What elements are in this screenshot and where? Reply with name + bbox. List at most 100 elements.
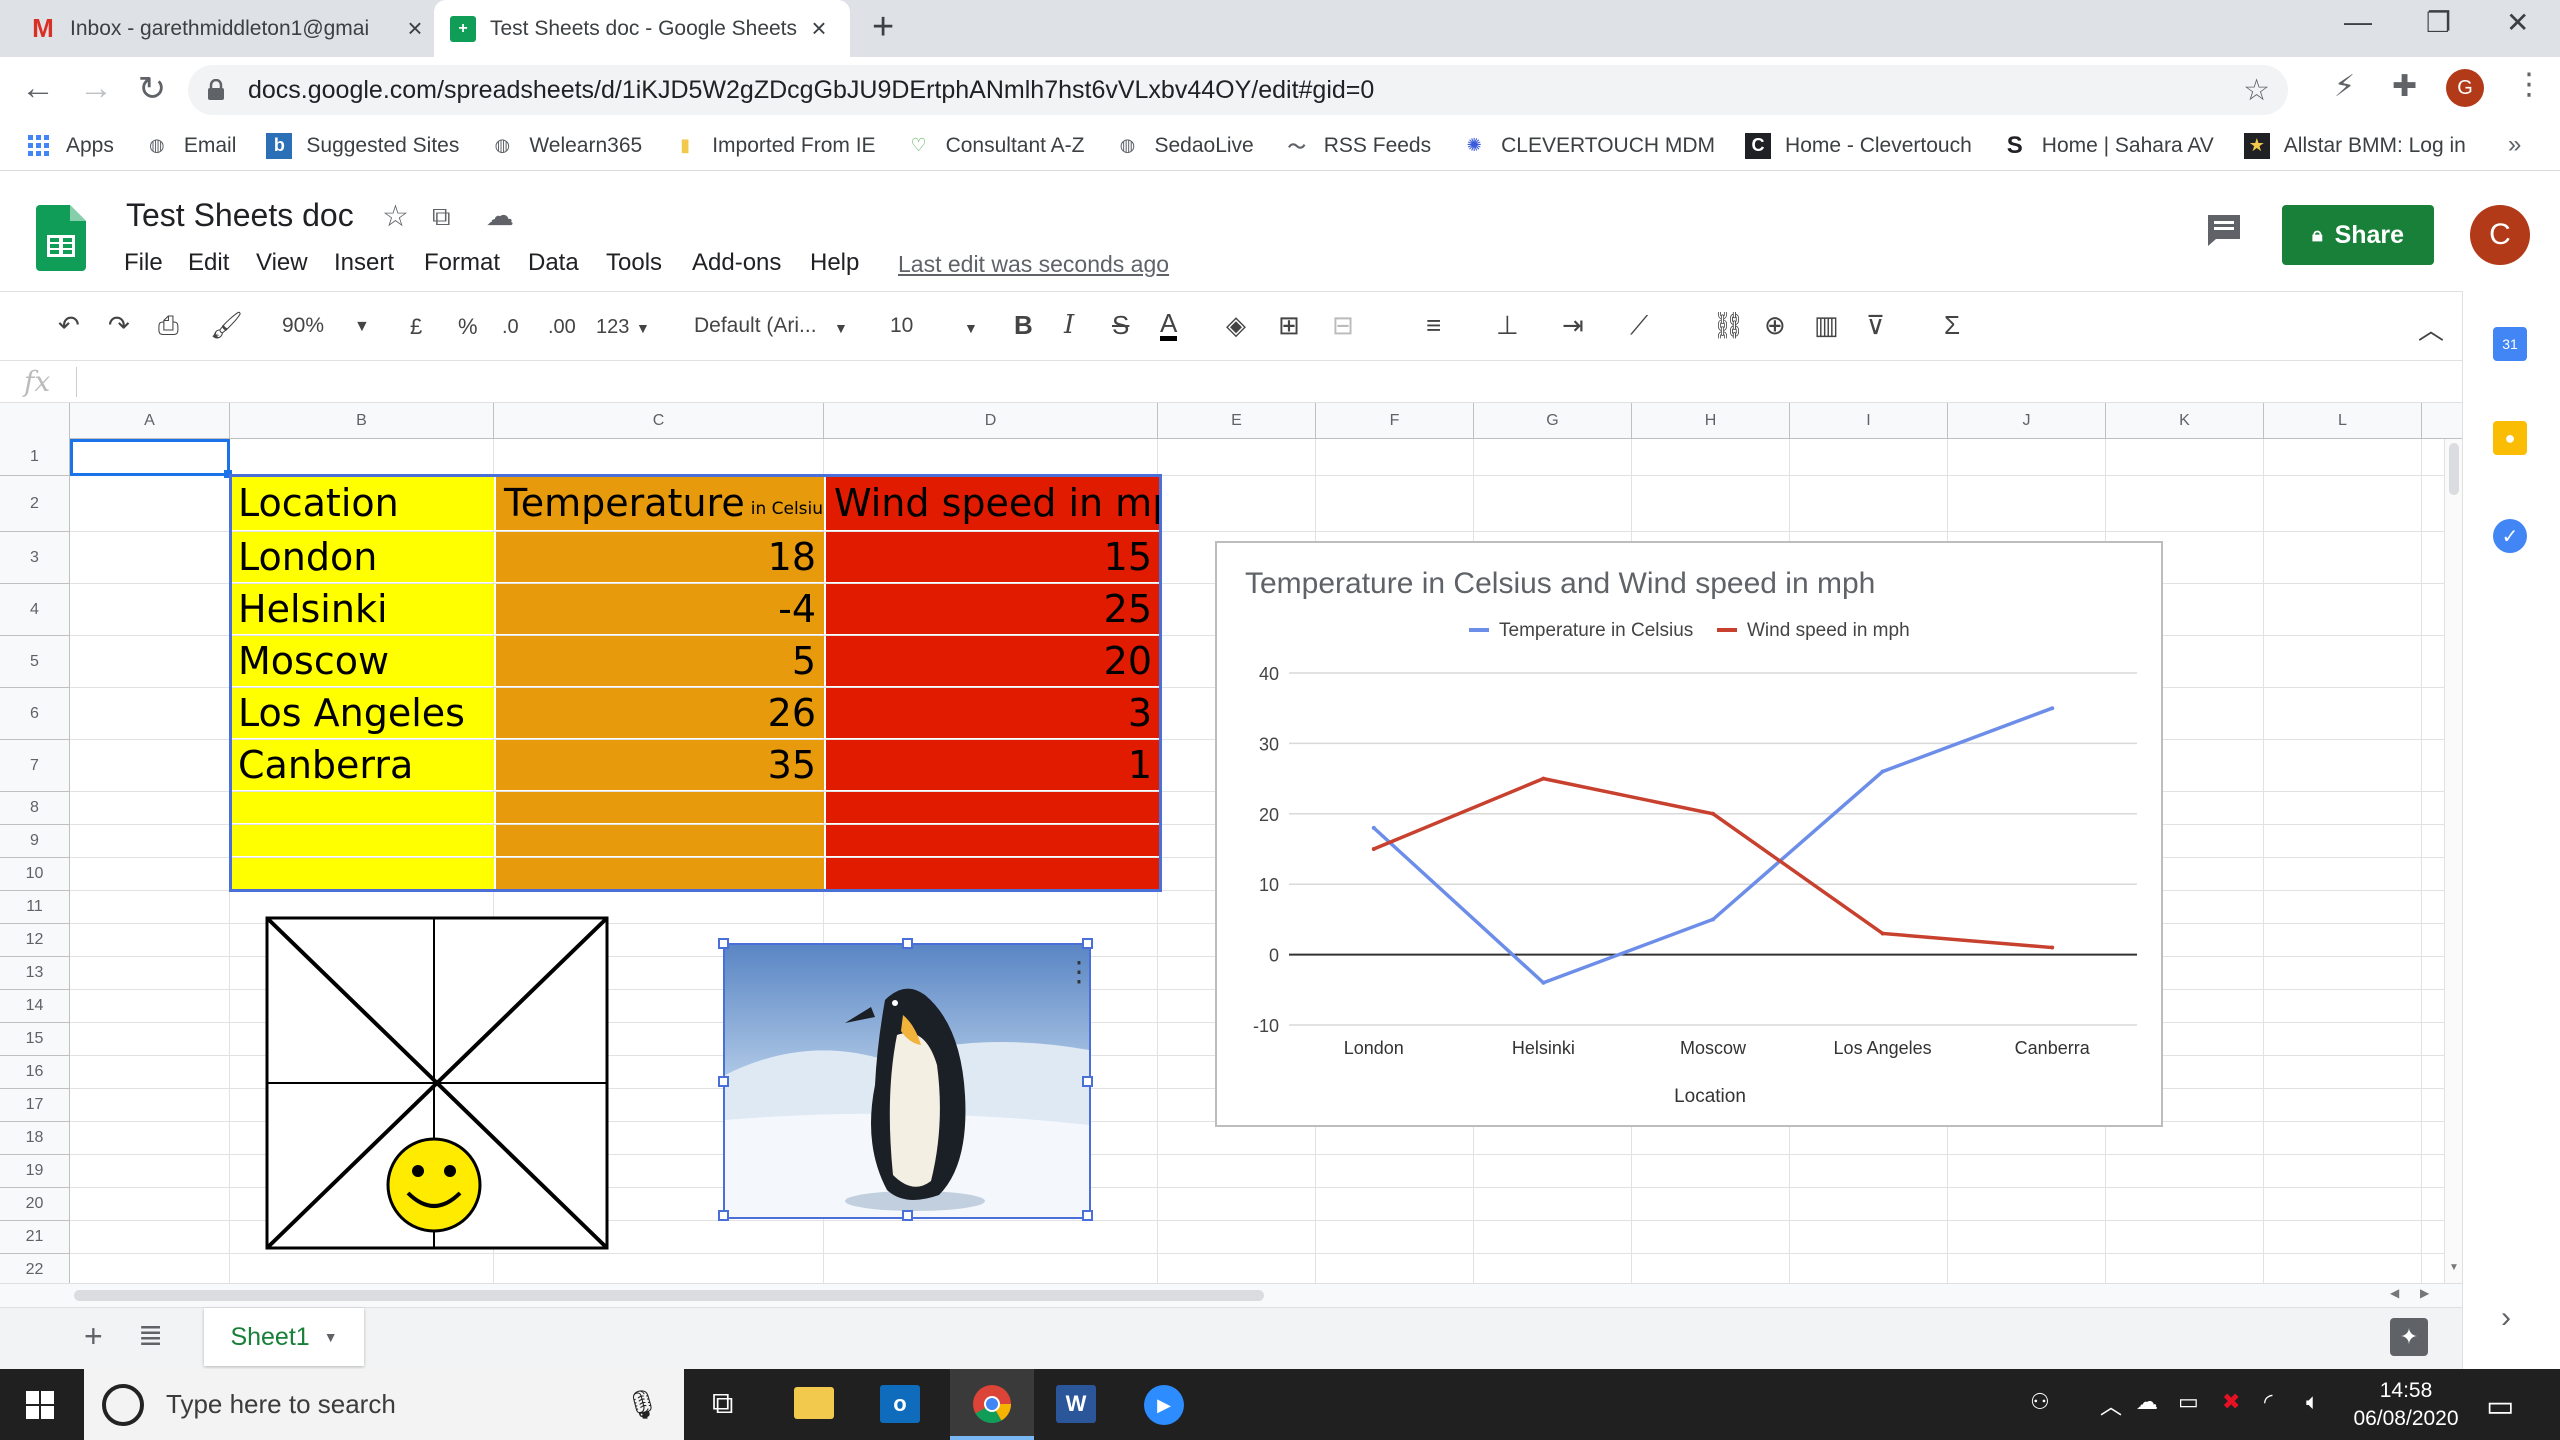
data-point[interactable] xyxy=(1880,931,1885,936)
penguin-image[interactable]: ⋮ xyxy=(718,938,1093,1221)
empty-cell[interactable] xyxy=(826,792,1160,823)
minimize-icon[interactable]: — xyxy=(2344,6,2372,38)
word-icon[interactable]: W xyxy=(1056,1385,1096,1423)
empty-cell[interactable] xyxy=(826,825,1160,856)
tab-gmail-inbox[interactable]: M Inbox - garethmiddleton1@gmai × xyxy=(30,0,430,57)
bookmark-welearn365[interactable]: ◍ Welearn365 xyxy=(489,133,642,159)
row-header-11[interactable]: 11 xyxy=(0,891,70,924)
empty-cell[interactable] xyxy=(496,825,824,856)
cell-location[interactable]: Moscow xyxy=(230,636,494,686)
fill-color-icon[interactable]: ◈ xyxy=(1226,310,1246,341)
empty-cell[interactable] xyxy=(230,792,494,823)
text-color-button[interactable]: A xyxy=(1160,310,1178,341)
selected-cell-a1[interactable] xyxy=(70,439,230,476)
font-family-select[interactable]: Default (Ari... xyxy=(694,314,817,338)
zoom-icon[interactable]: ▶ xyxy=(1144,1385,1184,1425)
column-header-f[interactable]: F xyxy=(1316,403,1474,439)
expand-panel-icon[interactable]: › xyxy=(2501,1301,2511,1335)
share-button[interactable]: 🔒︎ Share xyxy=(2282,205,2434,265)
scrollbar-thumb[interactable] xyxy=(74,1290,1264,1301)
scroll-right-icon[interactable]: ▶ xyxy=(2420,1286,2429,1300)
row-header-18[interactable]: 18 xyxy=(0,1122,70,1155)
tasks-icon[interactable]: ✓ xyxy=(2493,519,2527,553)
print-icon[interactable]: ⎙ xyxy=(158,310,179,342)
close-tab-icon[interactable]: × xyxy=(804,13,834,44)
document-title[interactable]: Test Sheets doc xyxy=(126,197,354,234)
wifi-icon[interactable]: ◜ xyxy=(2264,1389,2273,1415)
row-header-5[interactable]: 5 xyxy=(0,636,70,688)
empty-cell[interactable] xyxy=(230,825,494,856)
chevron-down-icon[interactable]: ▼ xyxy=(354,318,370,336)
cross-drawing[interactable] xyxy=(262,915,612,1256)
resize-handle[interactable] xyxy=(1082,1076,1093,1087)
row-header-3[interactable]: 3 xyxy=(0,532,70,584)
row-header-19[interactable]: 19 xyxy=(0,1155,70,1188)
data-point[interactable] xyxy=(2050,945,2055,950)
cell-temperature[interactable]: 26 xyxy=(496,688,824,738)
cell-location[interactable]: Canberra xyxy=(230,740,494,790)
column-header-i[interactable]: I xyxy=(1790,403,1948,439)
menu-edit[interactable]: Edit xyxy=(188,249,229,277)
bookmark-email[interactable]: ◍ Email xyxy=(144,133,236,159)
percent-format-button[interactable]: % xyxy=(458,314,478,340)
new-tab-button[interactable]: + xyxy=(872,6,894,49)
empty-cell[interactable] xyxy=(496,792,824,823)
menu-view[interactable]: View xyxy=(256,249,308,277)
cell-temperature[interactable]: 5 xyxy=(496,636,824,686)
menu-add-ons[interactable]: Add-ons xyxy=(692,249,781,277)
row-header-6[interactable]: 6 xyxy=(0,688,70,740)
resize-handle[interactable] xyxy=(902,1210,913,1221)
row-header-17[interactable]: 17 xyxy=(0,1089,70,1122)
cell-temperature[interactable]: 18 xyxy=(496,532,824,582)
menu-insert[interactable]: Insert xyxy=(334,249,394,277)
last-edit-link[interactable]: Last edit was seconds ago xyxy=(898,251,1169,278)
back-icon[interactable]: ← xyxy=(18,69,58,108)
paint-format-icon[interactable]: 🖌︎ xyxy=(210,310,243,341)
taskbar-clock[interactable]: 14:58 06/08/2020 xyxy=(2348,1377,2464,1433)
close-tab-icon[interactable]: × xyxy=(400,13,430,44)
bookmark-allstar-bmm[interactable]: ★ Allstar BMM: Log in xyxy=(2243,132,2466,159)
notifications-icon[interactable]: ▭ xyxy=(2486,1389,2514,1424)
network-alert-icon[interactable]: ✖ xyxy=(2222,1389,2240,1415)
volume-icon[interactable]: 🔈︎ xyxy=(2306,1389,2319,1415)
row-header-16[interactable]: 16 xyxy=(0,1056,70,1089)
increase-decimal-button[interactable]: .00 xyxy=(548,316,576,339)
add-sheet-icon[interactable]: + xyxy=(84,1318,103,1355)
insert-comment-icon[interactable]: ⊕ xyxy=(1764,310,1786,341)
data-point[interactable] xyxy=(1371,825,1376,830)
menu-tools[interactable]: Tools xyxy=(606,249,662,277)
resize-handle[interactable] xyxy=(1082,938,1093,949)
close-window-icon[interactable]: ✕ xyxy=(2506,6,2529,39)
column-header-l[interactable]: L xyxy=(2264,403,2422,439)
calendar-icon[interactable]: 31 xyxy=(2493,327,2527,361)
currency-format-button[interactable]: £ xyxy=(410,314,422,340)
column-header-c[interactable]: C xyxy=(494,403,824,439)
menu-data[interactable]: Data xyxy=(528,249,579,277)
more-formats-button[interactable]: 123 xyxy=(596,316,629,339)
tab-test-sheets[interactable]: + Test Sheets doc - Google Sheets × xyxy=(434,0,850,57)
cell-location[interactable]: Los Angeles xyxy=(230,688,494,738)
move-folder-icon[interactable]: ⧉ xyxy=(432,201,451,233)
row-header-22[interactable]: 22 xyxy=(0,1254,70,1283)
functions-button[interactable]: Σ xyxy=(1944,310,1960,341)
bold-button[interactable]: B xyxy=(1014,310,1033,341)
header-location[interactable]: Location xyxy=(230,476,494,530)
column-header-k[interactable]: K xyxy=(2106,403,2264,439)
strikethrough-button[interactable]: S xyxy=(1112,310,1129,341)
row-header-15[interactable]: 15 xyxy=(0,1023,70,1056)
task-view-icon[interactable]: ⧉ xyxy=(712,1387,733,1421)
bookmark-star-icon[interactable]: ☆ xyxy=(2243,73,2270,108)
text-rotation-icon[interactable]: ⟋ xyxy=(1630,310,1648,342)
sheet-tab-sheet1[interactable]: Sheet1 ▼ xyxy=(204,1308,364,1366)
column-header-h[interactable]: H xyxy=(1632,403,1790,439)
redo-icon[interactable]: ↷ xyxy=(108,310,130,341)
extensions-puzzle-icon[interactable]: ✚ xyxy=(2392,69,2417,104)
collapse-menus-icon[interactable]: ︿ xyxy=(2418,310,2444,347)
cell-location[interactable]: Helsinki xyxy=(230,584,494,634)
row-header-7[interactable]: 7 xyxy=(0,740,70,792)
cell-temperature[interactable]: -4 xyxy=(496,584,824,634)
row-header-21[interactable]: 21 xyxy=(0,1221,70,1254)
cell-wind[interactable]: 3 xyxy=(826,688,1160,738)
comments-icon[interactable] xyxy=(2206,213,2242,252)
bookmark-rss-feeds[interactable]: 〜 RSS Feeds xyxy=(1284,133,1431,159)
